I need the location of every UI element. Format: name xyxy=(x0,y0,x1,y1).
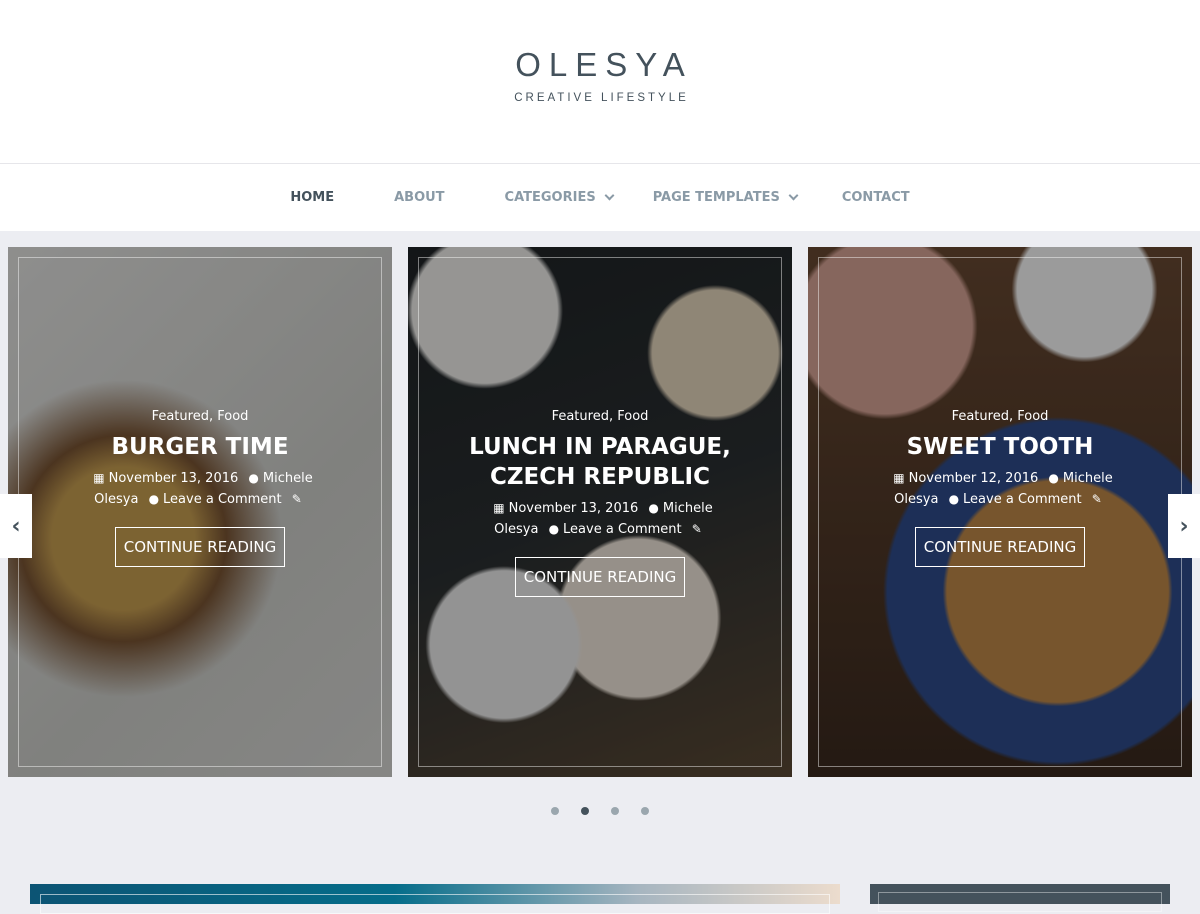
main-navigation: HOME ABOUT CATEGORIES PAGE TEMPLATES CON… xyxy=(0,164,1200,231)
post-date[interactable]: November 12, 2016 xyxy=(909,471,1039,486)
continue-reading-button[interactable]: CONTINUE READING xyxy=(914,527,1086,567)
inner-frame xyxy=(878,892,1162,912)
nav-label: CATEGORIES xyxy=(504,190,596,205)
nav-item-contact[interactable]: CONTACT xyxy=(842,190,910,205)
comment-icon: ● xyxy=(548,522,560,536)
chevron-down-icon xyxy=(604,190,615,201)
slide-categories: Featured, Food xyxy=(951,409,1049,424)
category-link[interactable]: Featured xyxy=(952,409,1009,424)
category-link[interactable]: Food xyxy=(617,409,648,424)
slider-dot[interactable] xyxy=(641,807,649,815)
slide-categories: Featured, Food xyxy=(151,409,249,424)
continue-reading-button[interactable]: CONTINUE READING xyxy=(514,557,686,597)
site-title[interactable]: OLESYA xyxy=(507,46,693,84)
slide-content: Featured, Food BURGER TIME ▦ November 13,… xyxy=(8,409,392,567)
slider-pagination xyxy=(0,807,1200,815)
calendar-icon: ▦ xyxy=(493,501,505,515)
sidebar-widget xyxy=(870,884,1170,912)
slide-content: Featured, Food SWEET TOOTH ▦ November 12,… xyxy=(808,409,1192,567)
calendar-icon: ▦ xyxy=(93,471,105,485)
user-icon: ● xyxy=(648,501,659,515)
comment-icon: ● xyxy=(948,492,960,506)
user-icon: ● xyxy=(1048,471,1059,485)
category-link[interactable]: Food xyxy=(1017,409,1048,424)
slider-dot-active[interactable] xyxy=(581,807,589,815)
nav-label: ABOUT xyxy=(394,190,445,205)
comment-icon: ● xyxy=(148,492,160,506)
nav-item-about[interactable]: ABOUT xyxy=(394,190,444,205)
slider-dot[interactable] xyxy=(551,807,559,815)
post-date[interactable]: November 13, 2016 xyxy=(109,471,239,486)
nav-item-home[interactable]: HOME xyxy=(290,190,334,205)
post-date[interactable]: November 13, 2016 xyxy=(509,501,639,516)
post-meta: ▦ November 13, 2016 ● Michele Olesya ● Leav… xyxy=(68,468,332,510)
slider-dot[interactable] xyxy=(611,807,619,815)
slide-categories: Featured, Food xyxy=(551,409,649,424)
slider-next-button[interactable]: › xyxy=(1168,494,1200,558)
slide-title[interactable]: LUNCH IN PARAGUE, CZECH REPUBLIC xyxy=(468,432,732,492)
nav-label: HOME xyxy=(290,190,335,205)
slider-prev-button[interactable]: ‹ xyxy=(0,494,32,558)
slide-card[interactable]: Featured, Food BURGER TIME ▦ November 13,… xyxy=(8,247,392,777)
edit-icon[interactable]: ✎ xyxy=(292,489,302,510)
chevron-left-icon: ‹ xyxy=(11,513,21,539)
slide-card[interactable]: Featured, Food SWEET TOOTH ▦ November 12,… xyxy=(808,247,1192,777)
site-header: OLESYA CREATIVE LIFESTYLE xyxy=(0,0,1200,164)
nav-item-page-templates[interactable]: PAGE TEMPLATES xyxy=(652,190,799,205)
inner-frame xyxy=(40,894,830,914)
featured-slider: Featured, Food BURGER TIME ▦ November 13,… xyxy=(0,231,1200,815)
chevron-right-icon: › xyxy=(1179,513,1189,539)
nav-label: CONTACT xyxy=(841,190,910,205)
category-link[interactable]: Food xyxy=(217,409,248,424)
nav-label: PAGE TEMPLATES xyxy=(652,190,780,205)
post-meta: ▦ November 13, 2016 ● Michele Olesya ● Leav… xyxy=(468,498,732,540)
comments-link[interactable]: Leave a Comment xyxy=(163,492,282,507)
edit-icon[interactable]: ✎ xyxy=(692,519,702,540)
site-tagline: CREATIVE LIFESTYLE xyxy=(514,92,689,104)
edit-icon[interactable]: ✎ xyxy=(1092,489,1102,510)
category-link[interactable]: Featured xyxy=(552,409,609,424)
category-link[interactable]: Featured xyxy=(152,409,209,424)
chevron-down-icon xyxy=(788,190,799,201)
continue-reading-button[interactable]: CONTINUE READING xyxy=(114,527,286,567)
slide-title[interactable]: BURGER TIME xyxy=(68,432,332,462)
nav-item-categories[interactable]: CATEGORIES xyxy=(504,190,615,205)
user-icon: ● xyxy=(248,471,259,485)
post-meta: ▦ November 12, 2016 ● Michele Olesya ● Leav… xyxy=(868,468,1132,510)
slide-content: Featured, Food LUNCH IN PARAGUE, CZECH R… xyxy=(408,409,792,597)
slide-card[interactable]: Featured, Food LUNCH IN PARAGUE, CZECH R… xyxy=(408,247,792,777)
below-fold-content xyxy=(0,884,1200,914)
comments-link[interactable]: Leave a Comment xyxy=(563,522,682,537)
post-thumbnail[interactable] xyxy=(30,884,840,914)
calendar-icon: ▦ xyxy=(893,471,905,485)
comments-link[interactable]: Leave a Comment xyxy=(963,492,1082,507)
slide-title[interactable]: SWEET TOOTH xyxy=(868,432,1132,462)
